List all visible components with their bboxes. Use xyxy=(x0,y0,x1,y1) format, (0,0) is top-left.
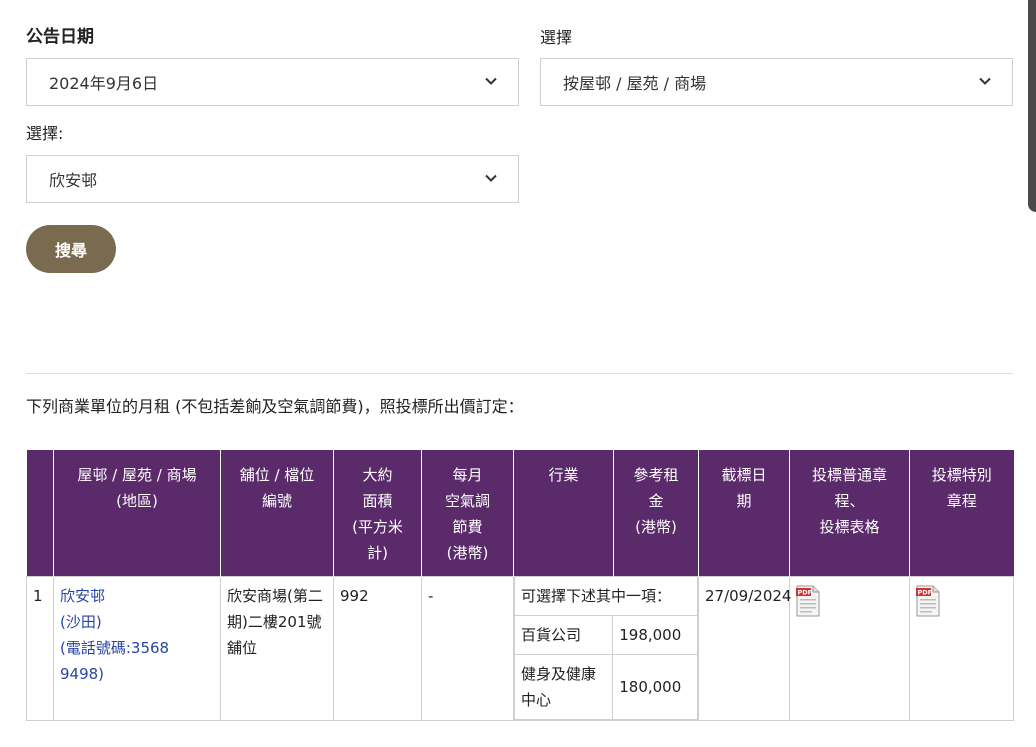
select1-label: 選擇 xyxy=(540,28,573,47)
header-estate: 屋邨 / 屋苑 / 商場 (地區) xyxy=(53,450,221,577)
table-row: 1 欣安邨 (沙田) (電話號碼:3568 9498) 欣安商場(第二期)二樓2… xyxy=(26,576,1014,721)
date-select[interactable]: 2024年9月6日 xyxy=(26,58,519,106)
pdf-icon[interactable]: PDF xyxy=(916,585,940,617)
svg-text:PDF: PDF xyxy=(918,589,933,597)
row-shop: 欣安商場(第二期)二樓201號舖位 xyxy=(220,576,334,721)
search-button[interactable]: 搜尋 xyxy=(26,225,116,273)
divider xyxy=(26,373,1013,374)
header-ac-fee: 每月 空氣調 節費 (港幣) xyxy=(421,450,514,577)
page: 公告日期 2024年9月6日 選擇 按屋邨 / 屋苑 / 商場 選擇: 欣安邨 … xyxy=(0,0,1036,747)
rent-note: 下列商業單位的月租 (不包括差餉及空氣調節費)，照投標所出價訂定： xyxy=(26,397,524,416)
select2-label: 選擇: xyxy=(26,124,64,143)
category-select[interactable]: 按屋邨 / 屋苑 / 商場 xyxy=(540,58,1013,106)
industry-options-table: 可選擇下述其中一項： 百貨公司 198,000 健身及健康中心 180,000 xyxy=(513,577,698,720)
row-index: 1 xyxy=(26,576,54,721)
option-trade: 健身及健康中心 xyxy=(513,654,614,720)
row-area: 992 xyxy=(333,576,422,721)
tender-table: 屋邨 / 屋苑 / 商場 (地區) 舖位 / 檔位 編號 大約 面積 (平方米 … xyxy=(26,450,1014,721)
svg-text:PDF: PDF xyxy=(798,589,813,597)
option-trade: 百貨公司 xyxy=(513,615,614,655)
row-deadline: 27/09/2024 xyxy=(698,576,791,721)
chevron-down-icon xyxy=(485,77,497,85)
date-label: 公告日期 xyxy=(26,27,94,47)
header-rent: 參考租 金 (港幣) xyxy=(613,450,699,577)
industry-option-row: 健身及健康中心 180,000 xyxy=(513,654,698,720)
row-estate: 欣安邨 (沙田) (電話號碼:3568 9498) xyxy=(53,576,221,721)
chevron-down-icon xyxy=(485,174,497,182)
estate-select[interactable]: 欣安邨 xyxy=(26,155,519,203)
header-shop: 舖位 / 檔位 編號 xyxy=(220,450,334,577)
category-select-value: 按屋邨 / 屋苑 / 商場 xyxy=(563,74,707,93)
row-general-terms: PDF xyxy=(789,576,910,721)
header-industry: 行業 xyxy=(513,450,614,577)
table-header-row: 屋邨 / 屋苑 / 商場 (地區) 舖位 / 檔位 編號 大約 面積 (平方米 … xyxy=(26,450,1014,577)
industry-intro: 可選擇下述其中一項： xyxy=(514,577,698,616)
row-ac-fee: - xyxy=(421,576,514,721)
header-general-terms: 投標普通章 程、 投標表格 xyxy=(789,450,910,577)
estate-link[interactable]: 欣安邨 (沙田) (電話號碼:3568 9498) xyxy=(60,583,214,687)
option-rent: 198,000 xyxy=(612,615,698,655)
option-rent: 180,000 xyxy=(612,654,698,720)
chevron-down-icon xyxy=(979,77,991,85)
scrollbar-edge[interactable] xyxy=(1028,0,1036,212)
row-industry: 可選擇下述其中一項： 百貨公司 198,000 健身及健康中心 180,000 xyxy=(513,576,699,721)
header-special-terms: 投標特別 章程 xyxy=(909,450,1014,577)
industry-intro-row: 可選擇下述其中一項： xyxy=(514,577,698,616)
pdf-icon[interactable]: PDF xyxy=(796,585,820,617)
date-select-value: 2024年9月6日 xyxy=(49,74,159,93)
row-special-terms: PDF xyxy=(909,576,1014,721)
industry-option-row: 百貨公司 198,000 xyxy=(513,615,698,655)
header-index xyxy=(26,450,54,577)
estate-select-value: 欣安邨 xyxy=(49,171,98,190)
header-deadline: 截標日 期 xyxy=(698,450,790,577)
header-area: 大約 面積 (平方米 計) xyxy=(333,450,422,577)
